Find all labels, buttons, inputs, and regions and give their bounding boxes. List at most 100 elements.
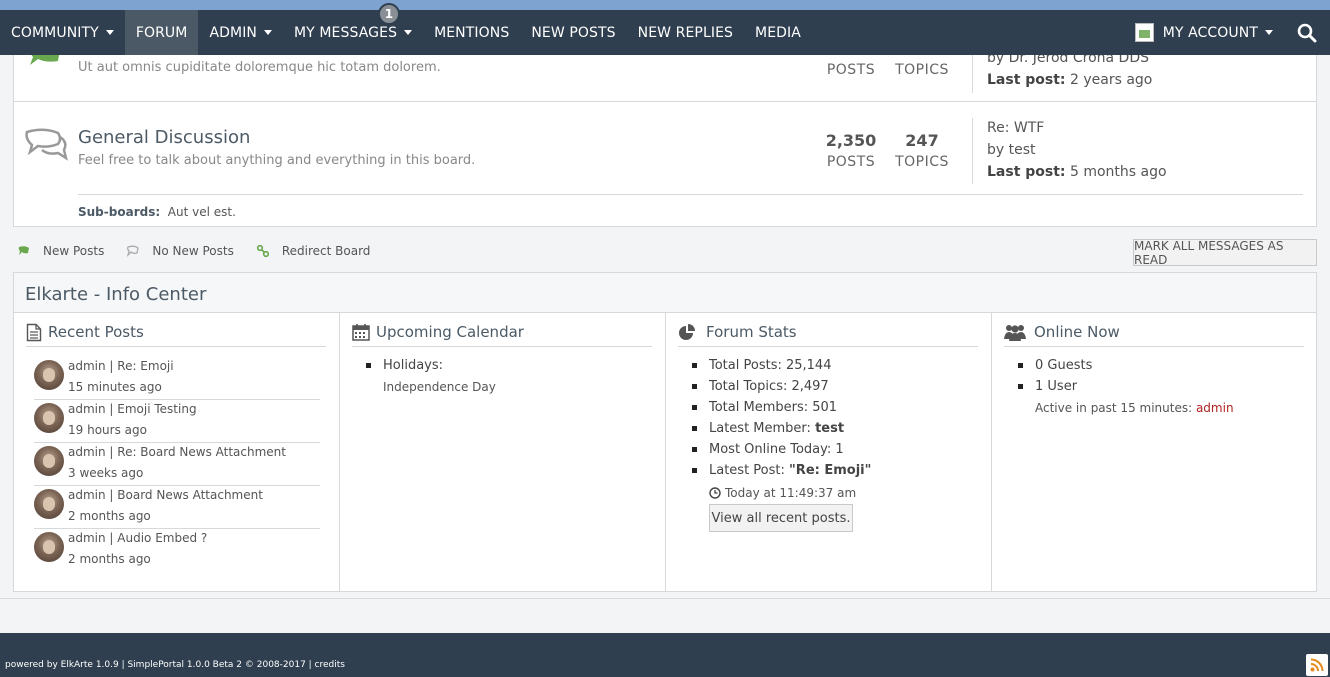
active-users-line: Active in past 15 minutes: admin — [1035, 401, 1234, 415]
nav-my-messages[interactable]: MY MESSAGES 1 — [283, 3, 423, 55]
recent-post-time: 15 minutes ago — [68, 380, 162, 394]
online-list: 0 Guests 1 User — [1018, 355, 1092, 397]
board-topics-count: 247 — [905, 131, 939, 150]
recent-post-link[interactable]: admin | Emoji Testing — [68, 402, 197, 416]
calendar-title: Upcoming Calendar — [376, 323, 524, 341]
latest-member-link[interactable]: test — [815, 421, 844, 436]
recent-post-time: 2 months ago — [68, 552, 151, 566]
nav-mentions[interactable]: MENTIONS — [423, 10, 520, 55]
stat-most-online: Most Online Today: 1 — [692, 439, 871, 460]
last-post-time: 2 years ago — [1069, 72, 1153, 88]
top-accent-strip — [0, 0, 1330, 10]
rss-feed-button[interactable] — [1306, 654, 1328, 676]
stat-total-topics: Total Topics: 2,497 — [692, 376, 871, 397]
last-post-label: Last post: — [987, 72, 1066, 88]
last-post-time-line: Last post: 2 years ago — [987, 72, 1152, 88]
nav-forum[interactable]: FORUM — [124, 10, 199, 55]
recent-post-item: admin | Re: Emoji 15 minutes ago — [34, 357, 320, 400]
calendar-icon — [352, 324, 370, 341]
stat-total-posts: Total Posts: 25,144 — [692, 355, 871, 376]
nav-my-account-label: MY ACCOUNT — [1162, 24, 1258, 41]
nav-new-posts[interactable]: NEW POSTS — [520, 10, 626, 55]
holiday-item: Independence Day — [383, 380, 496, 394]
board-description: Feel free to talk about anything and eve… — [78, 153, 476, 168]
calendar-panel: Upcoming Calendar Holidays: Independence… — [340, 313, 666, 592]
online-now-title: Online Now — [1034, 323, 1120, 341]
document-icon — [26, 323, 42, 342]
chevron-down-icon — [264, 30, 272, 35]
forum-stats-panel: Forum Stats Total Posts: 25,144 Total To… — [666, 313, 992, 592]
recent-post-link[interactable]: admin | Re: Emoji — [68, 359, 174, 373]
forum-stats-title: Forum Stats — [706, 323, 797, 341]
latest-post-label: Latest Post: — [709, 463, 790, 478]
legend-redirect-board: Redirect Board — [281, 244, 371, 258]
rss-icon — [1310, 658, 1324, 672]
forum-stats-list: Total Posts: 25,144 Total Topics: 2,497 … — [692, 355, 871, 481]
nav-my-account[interactable]: MY ACCOUNT — [1124, 10, 1284, 55]
footer-credits[interactable]: powered by ElkArte 1.0.9 | SimplePortal … — [5, 660, 345, 670]
recent-post-link[interactable]: admin | Board News Attachment — [68, 488, 263, 502]
search-button[interactable] — [1284, 10, 1330, 55]
main-navbar: COMMUNITY FORUM ADMIN MY MESSAGES 1 MENTI… — [0, 3, 1330, 55]
legend-new-posts: New Posts — [43, 244, 105, 258]
recent-posts-title: Recent Posts — [48, 323, 144, 341]
latest-post-link[interactable]: "Re: Emoji" — [789, 463, 871, 478]
recent-post-time: 19 hours ago — [68, 423, 147, 437]
nav-community[interactable]: COMMUNITY — [0, 10, 125, 55]
stat-total-members: Total Members: 501 — [692, 397, 871, 418]
subboards-divider — [78, 194, 1303, 195]
holidays-label: Holidays: — [366, 355, 443, 376]
board-description: Ut aut omnis cupiditate doloremque hic t… — [78, 60, 441, 75]
recent-post-item: admin | Audio Embed ? 2 months ago — [34, 529, 320, 572]
users-icon — [1004, 325, 1026, 341]
subboards-line: Sub-boards: Aut vel est. — [78, 205, 236, 219]
recent-post-item: admin | Board News Attachment 2 months a… — [34, 486, 320, 529]
clock-icon — [709, 487, 721, 499]
chevron-down-icon — [404, 30, 413, 35]
nav-community-label: COMMUNITY — [11, 24, 99, 41]
nav-new-replies[interactable]: NEW REPLIES — [627, 10, 744, 55]
nav-my-messages-label: MY MESSAGES — [294, 24, 398, 41]
mark-all-read-button[interactable]: MARK ALL MESSAGES AS READ — [1133, 239, 1317, 267]
nav-admin[interactable]: ADMIN — [198, 10, 283, 55]
forum-stats-header: Forum Stats — [678, 323, 978, 347]
avatar — [34, 446, 64, 476]
recent-post-link[interactable]: admin | Audio Embed ? — [68, 531, 207, 545]
recent-post-item: admin | Emoji Testing 19 hours ago — [34, 400, 320, 443]
active-user-link[interactable]: admin — [1196, 401, 1234, 415]
nav-media-label: MEDIA — [755, 24, 801, 41]
board-title-link[interactable]: General Discussion — [78, 127, 250, 148]
last-post-subject-link[interactable]: Re: WTF — [987, 120, 1044, 136]
view-all-recent-posts-button[interactable]: View all recent posts. — [709, 504, 853, 532]
chevron-down-icon — [105, 30, 114, 35]
avatar — [34, 403, 64, 433]
search-icon — [1297, 23, 1317, 42]
nav-mentions-label: MENTIONS — [434, 24, 510, 41]
calendar-list: Holidays: — [366, 355, 443, 376]
footer-divider — [0, 598, 1330, 599]
last-post-author[interactable]: by test — [987, 142, 1036, 158]
redirect-board-icon — [256, 245, 269, 257]
chevron-down-icon — [1265, 30, 1273, 35]
info-center-title: Elkarte - Info Center — [14, 273, 1316, 313]
board-legend: New Posts No New Posts Redirect Board — [18, 244, 393, 258]
stat-latest-member: Latest Member: test — [692, 418, 871, 439]
latest-post-time-text: Today at 11:49:37 am — [725, 486, 857, 500]
divider — [972, 118, 973, 184]
online-now-panel: Online Now 0 Guests 1 User Active in pas… — [992, 313, 1318, 592]
recent-post-time: 2 months ago — [68, 509, 151, 523]
avatar — [34, 360, 64, 390]
nav-media[interactable]: MEDIA — [744, 10, 812, 55]
board-topics-label: TOPICS — [895, 154, 949, 170]
subboard-link[interactable]: Aut vel est. — [168, 205, 236, 219]
new-posts-icon — [18, 246, 29, 255]
recent-post-item: admin | Re: Board News Attachment 3 week… — [34, 443, 320, 486]
avatar — [34, 489, 64, 519]
online-now-header: Online Now — [1004, 323, 1304, 347]
last-post-label: Last post: — [987, 164, 1066, 180]
recent-posts-header: Recent Posts — [26, 323, 326, 347]
recent-posts-panel: Recent Posts admin | Re: Emoji 15 minute… — [14, 313, 340, 592]
recent-post-link[interactable]: admin | Re: Board News Attachment — [68, 445, 286, 459]
info-center: Elkarte - Info Center Recent Posts admin… — [13, 272, 1317, 592]
latest-post-time: Today at 11:49:37 am — [709, 486, 856, 500]
